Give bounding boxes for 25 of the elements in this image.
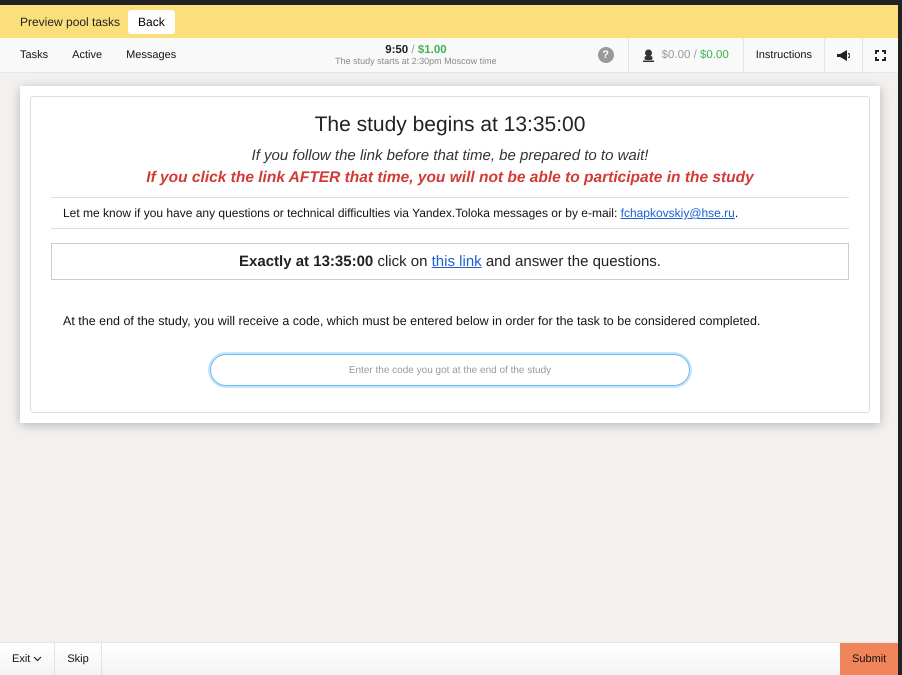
earnings: $0.00 / $0.00: [662, 49, 729, 61]
megaphone-icon: [837, 50, 850, 60]
nav-tab[interactable]: Active: [60, 38, 114, 72]
page-title: Preview pool tasks: [20, 14, 120, 28]
study-heading: The study begins at 13:35:00: [314, 113, 586, 137]
skip-button[interactable]: Skip: [55, 643, 102, 675]
nav-tab[interactable]: Tasks: [0, 38, 60, 72]
user-icon: [642, 48, 654, 62]
fullscreen-icon: [875, 50, 886, 60]
code-field[interactable]: Enter the code you got at the end of the study: [210, 354, 690, 386]
code-note: At the end of the study, you will receive a code, which must be entered below in order for the task to be considered completed.: [62, 314, 762, 328]
email-link[interactable]: fchapkovskiy@hse.ru: [620, 206, 735, 220]
late-warning-text: If you click the link AFTER that time, you will not be able to participate in the study: [146, 169, 754, 187]
study-link[interactable]: this link: [432, 253, 482, 270]
instructions-button[interactable]: Instructions: [742, 38, 824, 72]
contact-text: Let me know if you have any questions or technical difficulties via Yandex.Toloka messages or by e-mail: fchapkovskiy@hse.ru.: [51, 197, 849, 229]
wait-warning: If you follow the link before that time, be prepared to to wait!: [252, 147, 648, 164]
instruction-text: Exactly at 13:35:00 click on this link and answer the questions.: [51, 243, 849, 280]
back-button[interactable]: Back: [128, 10, 175, 34]
start-time-note: The study starts at 2:30pm Moscow time: [335, 56, 497, 66]
chevron-icon: [33, 656, 42, 662]
timer-reward: 9:50 / $1.00: [385, 44, 447, 56]
nav-tab[interactable]: Messages: [114, 38, 188, 72]
submit-button[interactable]: Submit: [840, 643, 898, 675]
exit-button[interactable]: Exit: [0, 643, 56, 675]
